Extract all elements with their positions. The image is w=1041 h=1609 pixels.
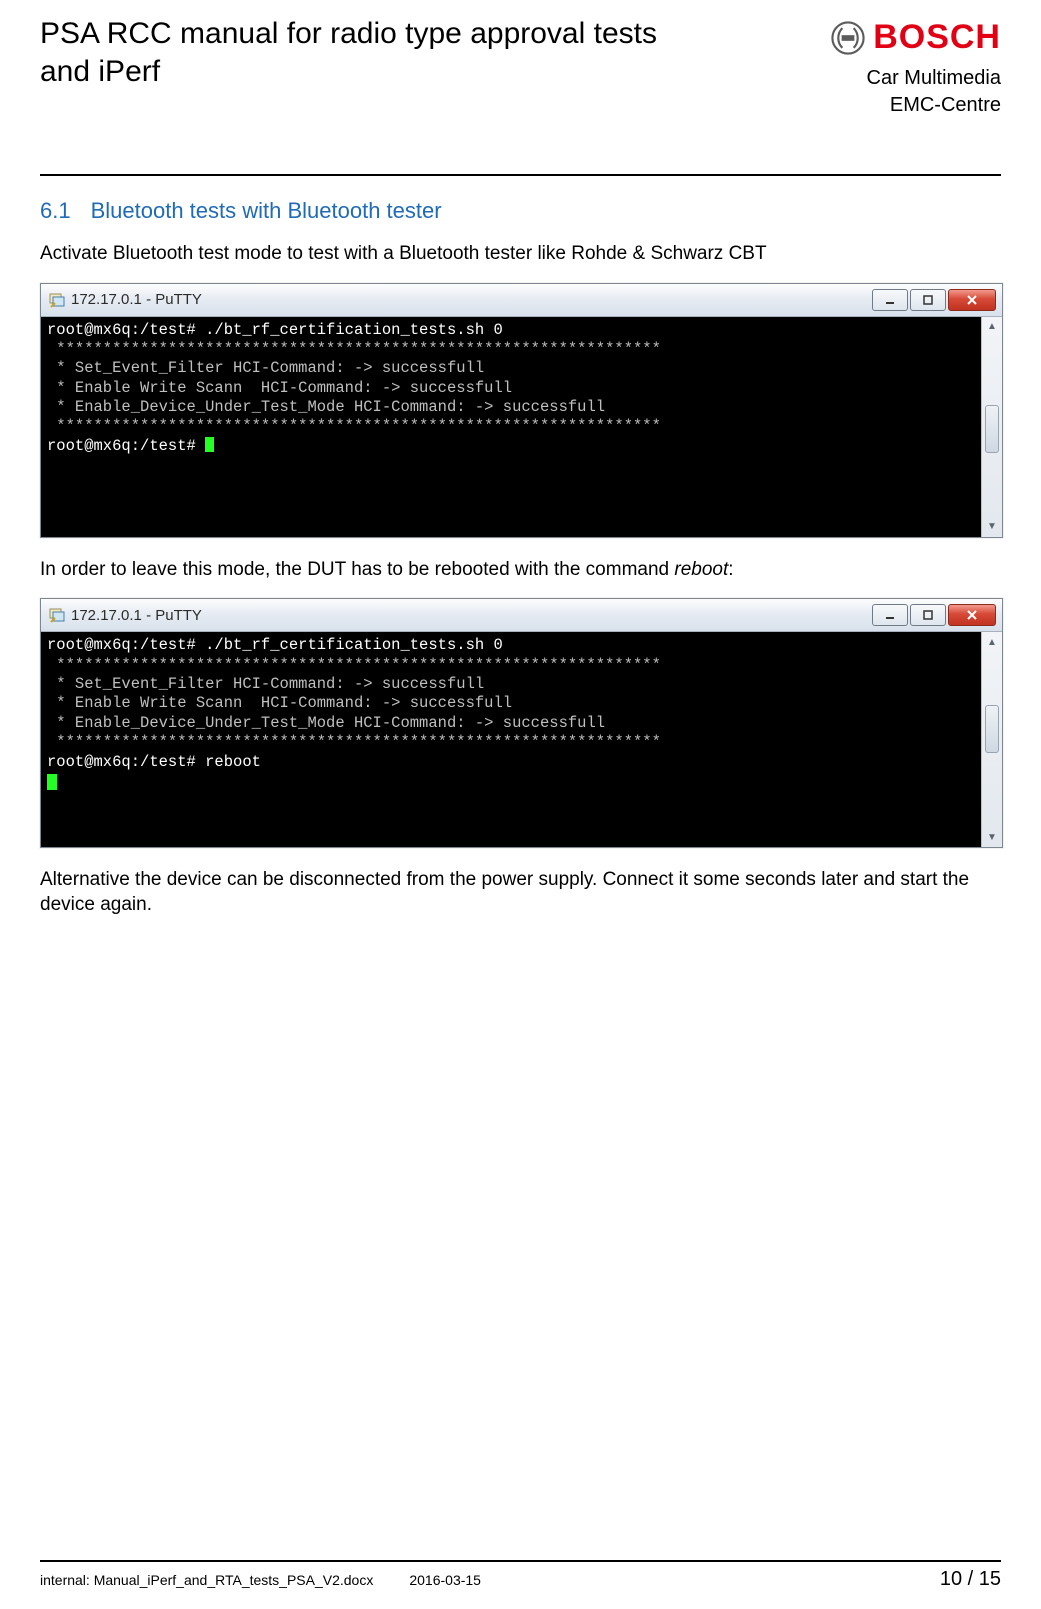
- maximize-button[interactable]: [910, 604, 946, 626]
- footer-filename: internal: Manual_iPerf_and_RTA_tests_PSA…: [40, 1572, 373, 1588]
- paragraph-1: Activate Bluetooth test mode to test wit…: [40, 242, 1001, 267]
- brand-block: BOSCH Car Multimedia EMC-Centre: [831, 15, 1001, 119]
- page-header: PSA RCC manual for radio type approval t…: [40, 15, 1001, 119]
- putty-window-1: 172.17.0.1 - PuTTY root@mx6q:/test# ./bt…: [40, 283, 1003, 538]
- minimize-button[interactable]: [872, 289, 908, 311]
- putty-titlebar-1[interactable]: 172.17.0.1 - PuTTY: [41, 284, 1002, 317]
- close-button[interactable]: [948, 289, 996, 311]
- scroll-up-icon[interactable]: ▲: [982, 317, 1002, 337]
- footer-date: 2016-03-15: [409, 1572, 481, 1588]
- putty-icon: [49, 607, 65, 623]
- scroll-track[interactable]: [982, 652, 1002, 827]
- putty-title-1: 172.17.0.1 - PuTTY: [71, 291, 202, 308]
- section-heading: 6.1 Bluetooth tests with Bluetooth tester: [40, 198, 1001, 224]
- bosch-wordmark: BOSCH: [873, 15, 1001, 61]
- putty-icon: [49, 292, 65, 308]
- section-title: Bluetooth tests with Bluetooth tester: [91, 198, 442, 223]
- footer-divider: [40, 1560, 1001, 1562]
- maximize-button[interactable]: [910, 289, 946, 311]
- cursor-icon: [47, 774, 57, 790]
- putty-terminal-2[interactable]: root@mx6q:/test# ./bt_rf_certification_t…: [41, 632, 981, 847]
- page-title: PSA RCC manual for radio type approval t…: [40, 15, 660, 90]
- cursor-icon: [205, 437, 214, 452]
- document-page: PSA RCC manual for radio type approval t…: [0, 0, 1041, 1609]
- scroll-down-icon[interactable]: ▼: [982, 827, 1002, 847]
- putty-window-2: 172.17.0.1 - PuTTY root@mx6q:/test# ./bt…: [40, 598, 1003, 848]
- bosch-logo: BOSCH: [831, 15, 1001, 61]
- footer-page-number: 10 / 15: [940, 1568, 1001, 1591]
- minimize-button[interactable]: [872, 604, 908, 626]
- scroll-thumb[interactable]: [985, 705, 999, 753]
- page-footer: internal: Manual_iPerf_and_RTA_tests_PSA…: [40, 1560, 1001, 1591]
- scroll-thumb[interactable]: [985, 405, 999, 453]
- scrollbar-2[interactable]: ▲ ▼: [981, 632, 1002, 847]
- brand-line-2: EMC-Centre: [831, 92, 1001, 119]
- scroll-down-icon[interactable]: ▼: [982, 517, 1002, 537]
- window-buttons-2: [872, 604, 996, 626]
- paragraph-2: In order to leave this mode, the DUT has…: [40, 558, 1001, 583]
- paragraph-3: Alternative the device can be disconnect…: [40, 868, 1001, 917]
- brand-line-1: Car Multimedia: [831, 65, 1001, 92]
- putty-terminal-1[interactable]: root@mx6q:/test# ./bt_rf_certification_t…: [41, 317, 981, 537]
- section-number: 6.1: [40, 198, 71, 223]
- putty-title-2: 172.17.0.1 - PuTTY: [71, 607, 202, 624]
- header-divider: [40, 174, 1001, 176]
- scroll-up-icon[interactable]: ▲: [982, 632, 1002, 652]
- bosch-anker-icon: [831, 21, 865, 55]
- putty-titlebar-2[interactable]: 172.17.0.1 - PuTTY: [41, 599, 1002, 632]
- scrollbar-1[interactable]: ▲ ▼: [981, 317, 1002, 537]
- scroll-track[interactable]: [982, 337, 1002, 517]
- close-button[interactable]: [948, 604, 996, 626]
- window-buttons-1: [872, 289, 996, 311]
